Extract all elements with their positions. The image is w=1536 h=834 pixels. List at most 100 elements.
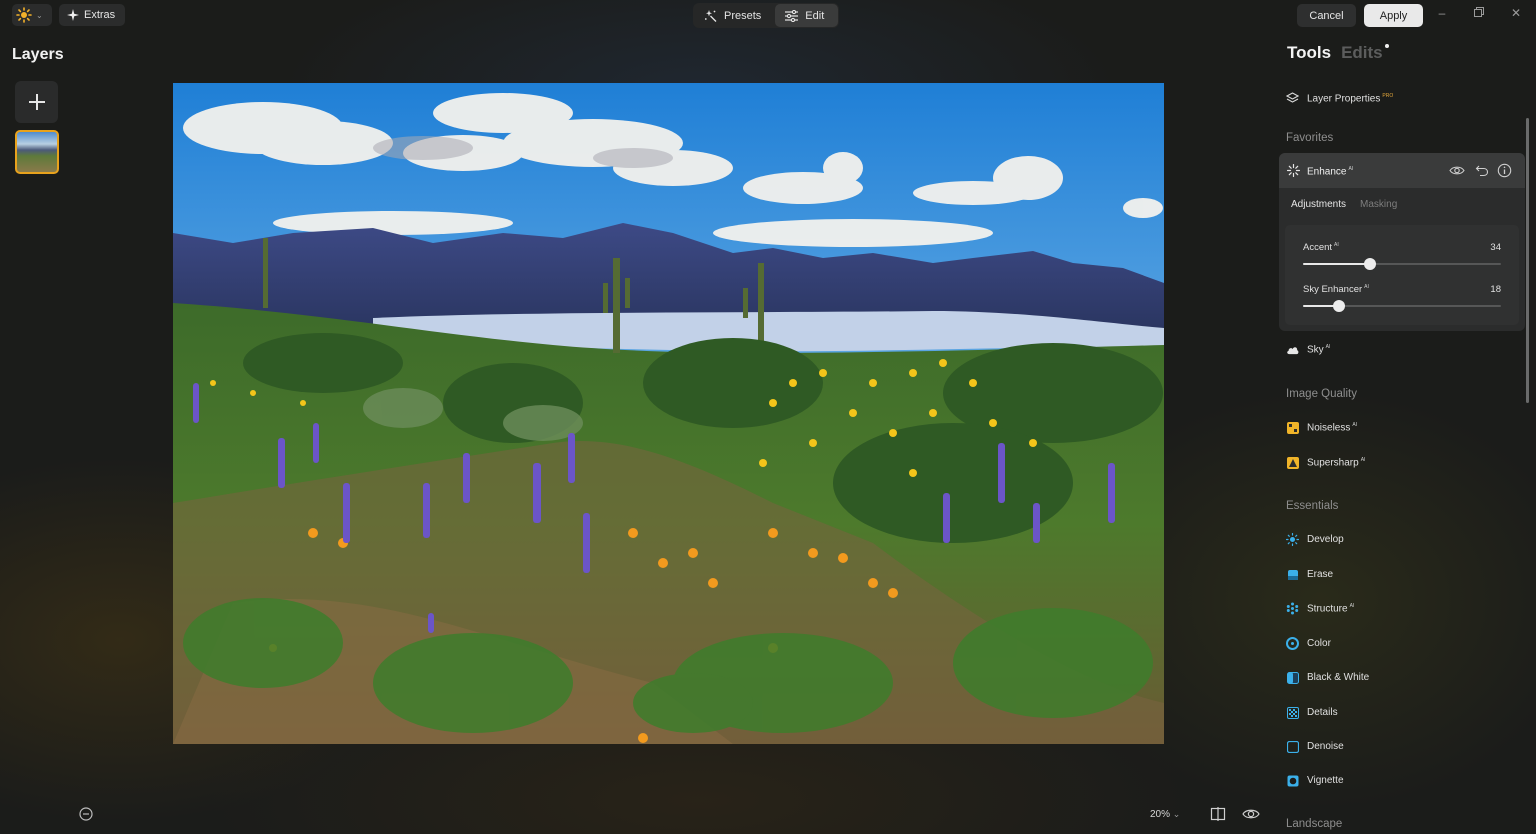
close-icon[interactable]: ✕ [1508, 6, 1524, 20]
landscape-heading: Landscape [1286, 818, 1343, 830]
tab-presets[interactable]: Presets [694, 4, 775, 27]
black-white-icon [1286, 671, 1299, 684]
erase-label: Erase [1307, 569, 1334, 580]
tool-erase[interactable]: Erase [1286, 568, 1333, 581]
top-bar: ⌄ Extras Presets Edit Cancel Apply – ✕ [0, 0, 1536, 32]
tool-color[interactable]: Color [1286, 637, 1331, 650]
accent-slider-fill [1303, 263, 1371, 265]
ai-badge: AI [1364, 284, 1369, 290]
accent-value: 34 [1490, 242, 1501, 253]
edits-indicator-dot [1384, 44, 1389, 48]
black-white-label: Black & White [1307, 672, 1370, 683]
sky-enhancer-value: 18 [1490, 284, 1501, 295]
restore-icon[interactable] [1471, 6, 1487, 20]
tab-tools[interactable]: Tools [1287, 43, 1331, 63]
tool-noiseless[interactable]: Noiseless AI [1286, 421, 1357, 434]
feedback-icon[interactable] [78, 806, 94, 822]
sky-enhancer-slider-handle[interactable] [1332, 300, 1345, 312]
eye-toggle-icon[interactable] [1449, 163, 1465, 178]
sparkle-icon [67, 9, 79, 21]
essentials-heading: Essentials [1286, 500, 1339, 512]
tool-denoise[interactable]: Denoise [1286, 740, 1344, 753]
sky-label: Sky [1307, 344, 1324, 356]
edit-label: Edit [805, 9, 825, 22]
sky-enhancer-label: Sky Enhancer [1303, 284, 1363, 296]
develop-label: Develop [1307, 534, 1344, 545]
tab-masking[interactable]: Masking [1360, 199, 1397, 210]
enhance-title: Enhance [1307, 166, 1347, 178]
zoom-dropdown[interactable]: 20% ⌄ [1150, 809, 1180, 820]
structure-icon [1286, 602, 1299, 615]
noiseless-icon [1286, 421, 1299, 434]
sky-enhancer-slider[interactable] [1303, 300, 1501, 312]
tool-supersharp[interactable]: Supersharp AI [1286, 456, 1365, 469]
app-menu-button[interactable]: ⌄ [12, 4, 52, 26]
add-layer-button[interactable] [15, 81, 58, 123]
ai-badge: AI [1360, 456, 1366, 463]
compare-icon[interactable] [1210, 806, 1226, 827]
eraser-icon [1286, 568, 1299, 581]
noiseless-label: Noiseless [1307, 422, 1351, 434]
cloud-icon [1286, 343, 1299, 356]
layer-properties-label: Layer Properties [1307, 93, 1381, 105]
undo-icon[interactable] [1475, 163, 1490, 178]
chevron-down-icon: ⌄ [36, 10, 43, 20]
mode-tabs: Presets Edit [693, 3, 840, 28]
supersharp-label: Supersharp [1307, 457, 1359, 469]
develop-sun-icon [1286, 533, 1299, 546]
cancel-button[interactable]: Cancel [1297, 4, 1356, 27]
denoise-icon [1286, 740, 1299, 753]
enhance-panel: Enhance AI Adjustments Masking Accent AI 3… [1279, 153, 1525, 331]
right-panel-tabs: Tools Edits [1287, 43, 1389, 63]
sliders-container: Accent AI 34 Sky Enhancer AI 18 [1285, 225, 1519, 325]
vignette-icon [1286, 774, 1299, 787]
extras-button[interactable]: Extras [59, 4, 126, 26]
extras-label: Extras [84, 9, 116, 21]
plus-icon [28, 94, 45, 110]
tab-edit[interactable]: Edit [775, 4, 839, 27]
apply-button[interactable]: Apply [1364, 4, 1423, 27]
favorites-heading: Favorites [1286, 132, 1334, 144]
accent-slider[interactable] [1303, 258, 1501, 270]
ai-badge: AI [1349, 602, 1355, 609]
tool-black-white[interactable]: Black & White [1286, 671, 1369, 684]
ai-badge: AI [1325, 343, 1331, 350]
ai-badge: AI [1334, 242, 1339, 248]
info-icon[interactable] [1497, 163, 1512, 178]
details-label: Details [1307, 707, 1338, 718]
image-quality-heading: Image Quality [1286, 388, 1357, 400]
tool-details[interactable]: Details [1286, 706, 1338, 719]
eye-preview-icon[interactable] [1242, 806, 1260, 827]
presets-icon [704, 10, 717, 22]
tab-adjustments[interactable]: Adjustments [1291, 199, 1346, 210]
pro-badge: PRO [1382, 92, 1394, 99]
tab-edits[interactable]: Edits [1341, 43, 1383, 63]
tool-structure[interactable]: Structure AI [1286, 602, 1354, 615]
right-panel-scrollbar[interactable] [1526, 118, 1529, 403]
layers-stack-icon [1286, 92, 1299, 105]
sliders-icon [785, 9, 799, 22]
landscape-photo [173, 83, 1164, 744]
minimize-icon[interactable]: – [1434, 6, 1450, 20]
structure-label: Structure [1307, 603, 1348, 615]
tool-develop[interactable]: Develop [1286, 533, 1344, 546]
photo-canvas[interactable] [173, 83, 1164, 744]
zoom-value: 20% [1150, 809, 1171, 820]
color-label: Color [1307, 638, 1331, 649]
tool-sky[interactable]: Sky AI [1286, 343, 1330, 356]
layer-thumbnail[interactable] [15, 130, 59, 174]
accent-slider-handle[interactable] [1364, 258, 1377, 270]
tool-vignette[interactable]: Vignette [1286, 774, 1344, 787]
sun-logo-icon [16, 7, 32, 23]
chevron-down-icon: ⌄ [1172, 809, 1181, 819]
details-grid-icon [1286, 706, 1299, 719]
tool-layer-properties[interactable]: Layer Properties PRO [1286, 92, 1393, 105]
enhance-header[interactable]: Enhance AI [1279, 153, 1525, 188]
ai-badge: AI [1348, 166, 1354, 172]
layers-title: Layers [12, 46, 64, 63]
presets-label: Presets [724, 9, 762, 22]
accent-label: Accent [1303, 242, 1333, 254]
supersharp-icon [1286, 456, 1299, 469]
vignette-label: Vignette [1307, 775, 1344, 786]
denoise-label: Denoise [1307, 741, 1344, 752]
